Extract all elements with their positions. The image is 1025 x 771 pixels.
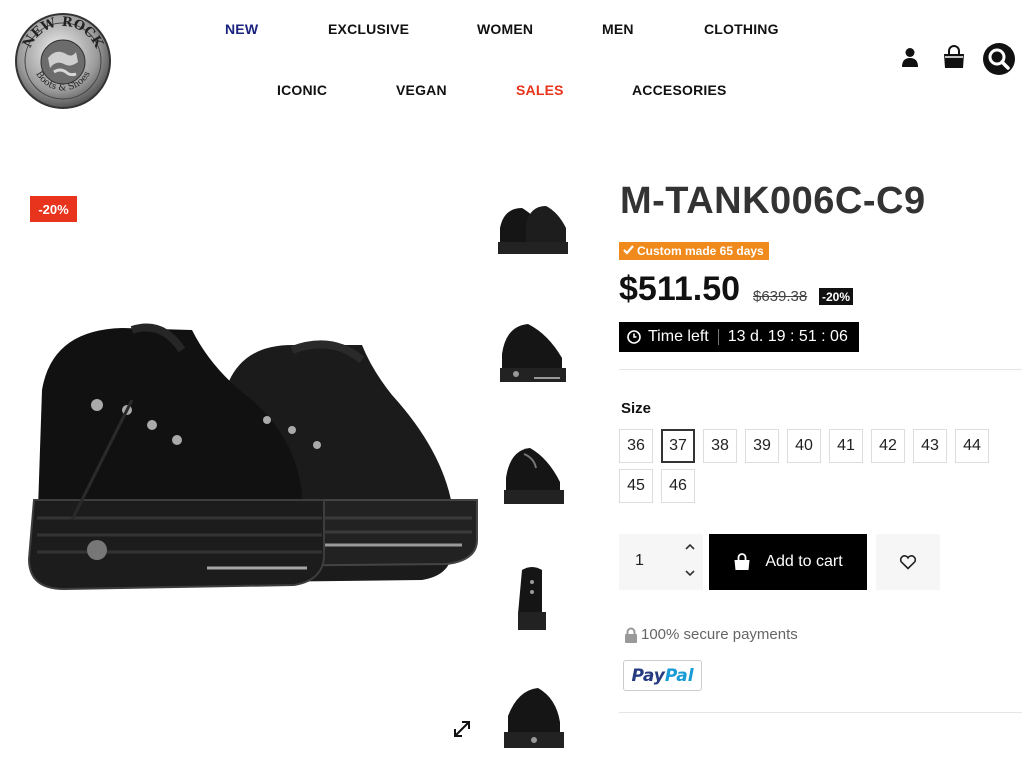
brand-logo[interactable]: NEW ROCK Boots & Shoes xyxy=(14,12,112,110)
size-label: Size xyxy=(621,400,652,417)
quantity-stepper[interactable]: 1 xyxy=(619,534,703,590)
heart-icon xyxy=(899,554,917,570)
countdown-timer: Time left 13 d. 19 : 51 : 06 xyxy=(619,322,859,352)
timer-label: Time left xyxy=(648,328,709,345)
paypal-text-a: Pay xyxy=(631,665,665,686)
size-option-43[interactable]: 43 xyxy=(913,429,947,463)
chevron-up-icon[interactable] xyxy=(683,540,697,554)
search-icon[interactable] xyxy=(983,43,1015,75)
secure-payments: 100% secure payments xyxy=(624,626,798,643)
check-icon xyxy=(623,244,634,258)
add-to-cart-label: Add to cart xyxy=(765,553,843,570)
nav-women[interactable]: WOMEN xyxy=(477,21,533,37)
nav-new[interactable]: NEW xyxy=(225,21,258,37)
thumbnail-2[interactable] xyxy=(494,312,572,396)
quantity-value[interactable]: 1 xyxy=(635,552,644,570)
thumbnail-1[interactable] xyxy=(494,190,572,274)
thumbnail-3[interactable] xyxy=(494,434,572,518)
thumbnail-4[interactable] xyxy=(494,556,572,640)
clock-icon xyxy=(627,330,641,344)
custom-made-text: Custom made 65 days xyxy=(637,244,764,258)
nav-vegan[interactable]: VEGAN xyxy=(396,82,447,98)
size-option-40[interactable]: 40 xyxy=(787,429,821,463)
nav-accesories[interactable]: ACCESORIES xyxy=(632,82,727,98)
main-product-image[interactable] xyxy=(12,200,494,740)
expand-icon[interactable] xyxy=(452,719,472,739)
timer-value: 13 d. 19 : 51 : 06 xyxy=(727,328,848,345)
nav-exclusive[interactable]: EXCLUSIVE xyxy=(328,21,409,37)
nav-clothing[interactable]: CLOTHING xyxy=(704,21,779,37)
discount-tag: -20% xyxy=(30,196,77,222)
size-option-39[interactable]: 39 xyxy=(745,429,779,463)
user-icon[interactable] xyxy=(901,47,919,67)
paypal-logo: Pay Pal xyxy=(623,660,702,691)
price-discount-badge: -20% xyxy=(819,288,854,305)
size-option-41[interactable]: 41 xyxy=(829,429,863,463)
divider xyxy=(619,369,1022,370)
old-price: $639.38 xyxy=(753,288,808,305)
paypal-text-b: Pal xyxy=(664,665,694,686)
chevron-down-icon[interactable] xyxy=(683,566,697,580)
divider xyxy=(619,712,1022,713)
size-option-44[interactable]: 44 xyxy=(955,429,989,463)
shopping-bag-icon[interactable] xyxy=(942,45,966,69)
product-title: M-TANK006C-C9 xyxy=(620,180,926,222)
current-price: $511.50 xyxy=(619,270,741,308)
add-to-cart-button[interactable]: Add to cart xyxy=(709,534,867,590)
wishlist-button[interactable] xyxy=(876,534,940,590)
size-option-36[interactable]: 36 xyxy=(619,429,653,463)
nav-men[interactable]: MEN xyxy=(602,21,634,37)
bag-icon xyxy=(733,553,751,571)
size-option-45[interactable]: 45 xyxy=(619,469,653,503)
thumbnail-5[interactable] xyxy=(494,678,572,762)
secure-payments-text: 100% secure payments xyxy=(641,626,798,643)
nav-iconic[interactable]: ICONIC xyxy=(277,82,327,98)
size-option-38[interactable]: 38 xyxy=(703,429,737,463)
nav-sales[interactable]: SALES xyxy=(516,82,564,98)
size-option-42[interactable]: 42 xyxy=(871,429,905,463)
size-option-46[interactable]: 46 xyxy=(661,469,695,503)
size-option-37[interactable]: 37 xyxy=(661,429,695,463)
custom-made-badge: Custom made 65 days xyxy=(619,242,769,260)
lock-icon xyxy=(624,627,638,643)
